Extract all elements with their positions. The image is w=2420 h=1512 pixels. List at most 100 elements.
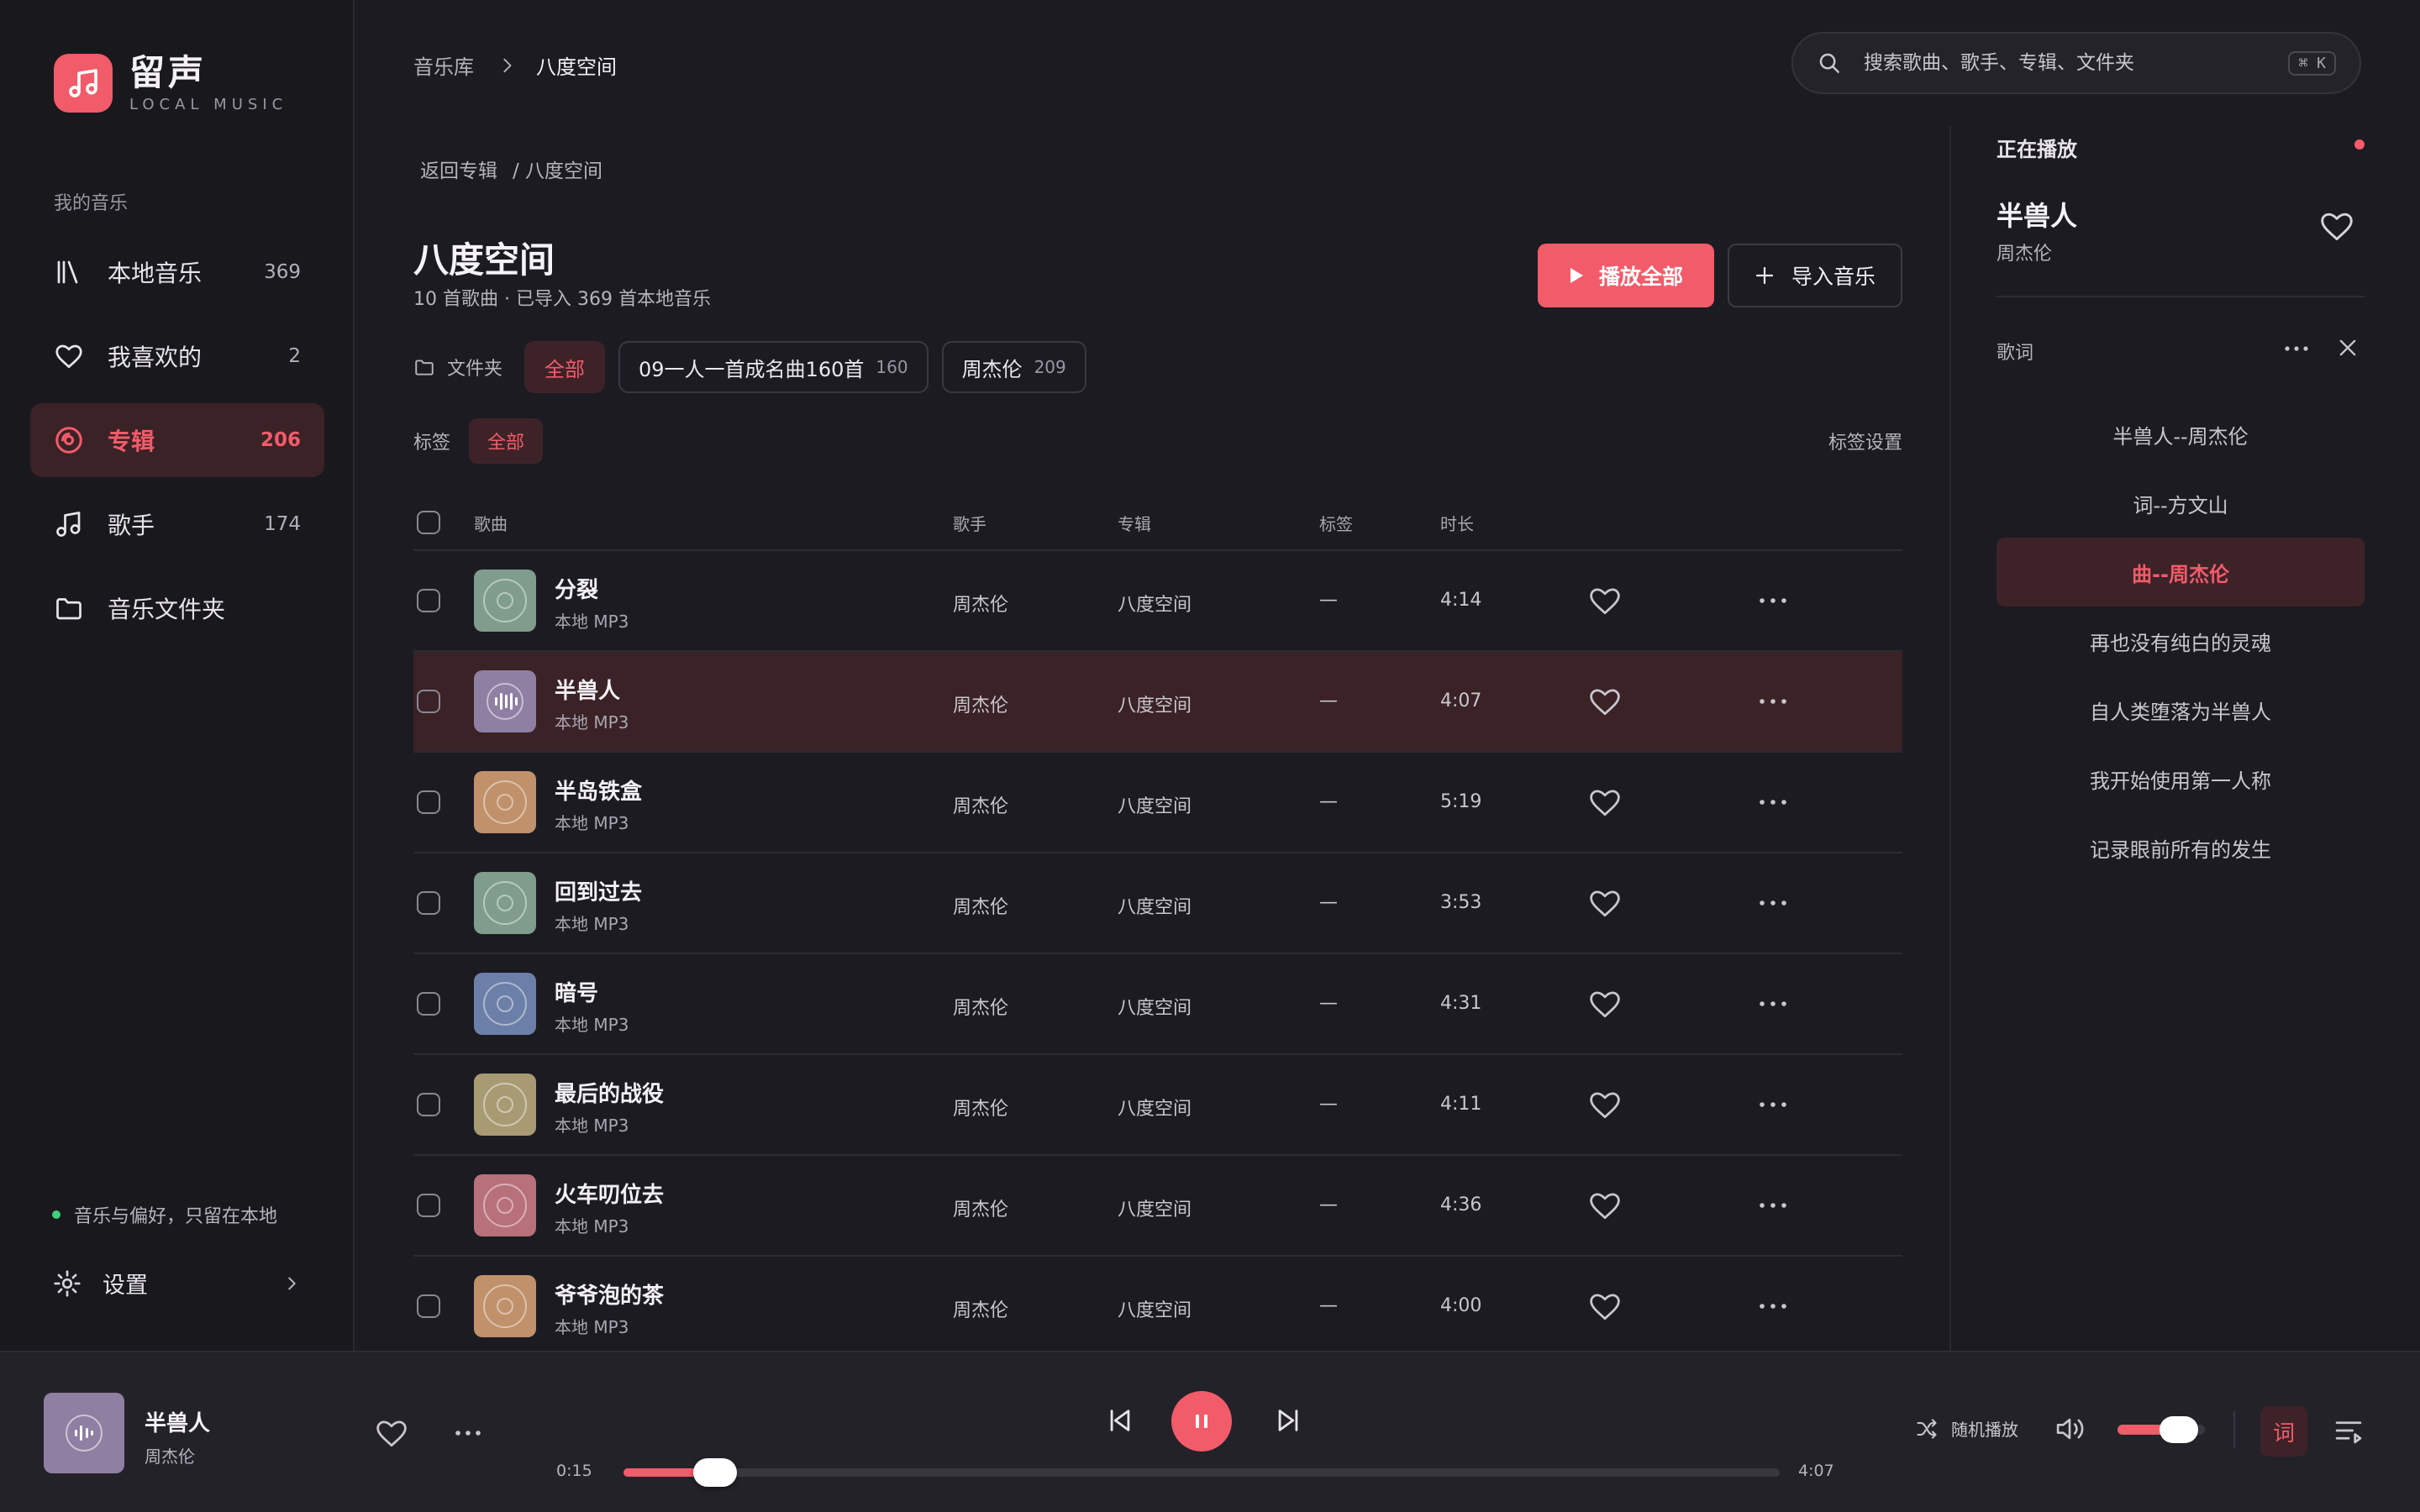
- more-icon[interactable]: [1758, 596, 1788, 606]
- song-artist[interactable]: 周杰伦: [953, 1094, 1008, 1121]
- more-icon[interactable]: [1758, 898, 1788, 908]
- more-icon[interactable]: [1758, 696, 1788, 706]
- song-artist[interactable]: 周杰伦: [953, 993, 1008, 1020]
- heart-icon[interactable]: [1588, 1291, 1622, 1321]
- pause-button[interactable]: [1171, 1391, 1232, 1452]
- volume-icon[interactable]: [2054, 1415, 2086, 1443]
- sidebar-item-albums[interactable]: 专辑 206: [30, 403, 324, 477]
- heart-icon[interactable]: [1588, 989, 1622, 1019]
- tag-chip-all[interactable]: 全部: [469, 418, 544, 464]
- chip-label: 全部: [544, 357, 586, 381]
- heart-icon[interactable]: [1588, 1190, 1622, 1221]
- search-bar[interactable]: ⌘ K: [1791, 32, 2361, 94]
- lyrics-toggle-button[interactable]: 词: [2260, 1406, 2307, 1457]
- heart-icon[interactable]: [2319, 210, 2354, 242]
- table-row[interactable]: 火车叨位去 本地 MP3 周杰伦 八度空间 — 4:36: [413, 1156, 1902, 1257]
- sidebar-item-folders[interactable]: 音乐文件夹: [30, 571, 324, 645]
- progress-slider[interactable]: [623, 1458, 1780, 1487]
- row-checkbox[interactable]: [417, 589, 440, 612]
- song-artist[interactable]: 周杰伦: [953, 892, 1008, 919]
- sidebar-item-artists[interactable]: 歌手 174: [30, 487, 324, 561]
- more-icon[interactable]: [2284, 344, 2309, 353]
- player-artist[interactable]: 周杰伦: [145, 1443, 195, 1467]
- lyric-line[interactable]: 我开始使用第一人称: [1996, 744, 2365, 813]
- row-checkbox[interactable]: [417, 790, 440, 814]
- lyric-line[interactable]: 词--方文山: [1996, 469, 2365, 538]
- close-icon[interactable]: [2336, 336, 2360, 360]
- song-album[interactable]: 八度空间: [1118, 590, 1192, 617]
- more-icon[interactable]: [1758, 1100, 1788, 1110]
- song-album[interactable]: 八度空间: [1118, 892, 1192, 919]
- more-icon[interactable]: [1758, 797, 1788, 807]
- previous-track-icon[interactable]: [1106, 1406, 1134, 1435]
- heart-icon[interactable]: [375, 1418, 408, 1448]
- header-song[interactable]: 歌曲: [474, 511, 508, 535]
- song-album[interactable]: 八度空间: [1118, 1194, 1192, 1221]
- row-checkbox[interactable]: [417, 1093, 440, 1116]
- song-album[interactable]: 八度空间: [1118, 690, 1192, 717]
- heart-icon[interactable]: [1588, 787, 1622, 817]
- row-checkbox[interactable]: [417, 891, 440, 915]
- header-tag[interactable]: 标签: [1319, 511, 1353, 535]
- header-artist[interactable]: 歌手: [953, 511, 986, 535]
- more-icon[interactable]: [1758, 1301, 1788, 1311]
- progress-handle[interactable]: [693, 1458, 737, 1487]
- heart-icon[interactable]: [1588, 888, 1622, 918]
- lyric-line[interactable]: 再也没有纯白的灵魂: [1996, 606, 2365, 675]
- song-album[interactable]: 八度空间: [1118, 1094, 1192, 1121]
- more-icon[interactable]: [1758, 999, 1788, 1009]
- breadcrumb-root[interactable]: 音乐库: [413, 50, 474, 80]
- song-artist[interactable]: 周杰伦: [953, 690, 1008, 717]
- lyric-line[interactable]: 记录眼前所有的发生: [1996, 813, 2365, 882]
- shuffle-button[interactable]: 随机播放: [1914, 1416, 2018, 1441]
- song-artist[interactable]: 周杰伦: [953, 1295, 1008, 1322]
- row-checkbox[interactable]: [417, 690, 440, 713]
- folder-chip-all[interactable]: 全部: [524, 341, 606, 393]
- back-to-albums-link[interactable]: 返回专辑: [420, 155, 497, 183]
- playlist-queue-icon[interactable]: [2333, 1416, 2365, 1445]
- sidebar-item-local-music[interactable]: 本地音乐 369: [30, 235, 324, 309]
- folder-chip[interactable]: 09一人一首成名曲160首 160: [618, 341, 929, 393]
- search-input[interactable]: [1864, 52, 2289, 74]
- import-label: 导入音乐: [1791, 265, 1876, 289]
- table-row[interactable]: 回到过去 本地 MP3 周杰伦 八度空间 — 3:53: [413, 853, 1902, 954]
- song-artist[interactable]: 周杰伦: [953, 590, 1008, 617]
- row-checkbox[interactable]: [417, 1294, 440, 1318]
- song-album[interactable]: 八度空间: [1118, 791, 1192, 818]
- row-checkbox[interactable]: [417, 992, 440, 1016]
- now-playing-artist[interactable]: 周杰伦: [1996, 239, 2052, 265]
- table-row[interactable]: 分裂 本地 MP3 周杰伦 八度空间 — 4:14: [413, 551, 1902, 652]
- lyric-line[interactable]: 自人类堕落为半兽人: [1996, 675, 2365, 744]
- import-music-button[interactable]: 导入音乐: [1728, 244, 1902, 307]
- heart-icon[interactable]: [1588, 585, 1622, 616]
- header-duration[interactable]: 时长: [1440, 511, 1474, 535]
- song-artist[interactable]: 周杰伦: [953, 1194, 1008, 1221]
- volume-slider[interactable]: [2118, 1416, 2205, 1443]
- player-cover[interactable]: [44, 1393, 124, 1473]
- table-row[interactable]: 爷爷泡的茶 本地 MP3 周杰伦 八度空间 — 4:00: [413, 1257, 1902, 1357]
- song-album[interactable]: 八度空间: [1118, 1295, 1192, 1322]
- app-logo[interactable]: 留声 LOCAL MUSIC: [54, 52, 287, 113]
- folder-chip[interactable]: 周杰伦 209: [941, 341, 1086, 393]
- row-checkbox[interactable]: [417, 1194, 440, 1217]
- table-row[interactable]: 最后的战役 本地 MP3 周杰伦 八度空间 — 4:11: [413, 1055, 1902, 1156]
- table-row[interactable]: 半兽人 本地 MP3 周杰伦 八度空间 — 4:07: [413, 652, 1902, 753]
- select-all-checkbox[interactable]: [417, 511, 440, 534]
- heart-icon[interactable]: [1588, 686, 1622, 717]
- lyric-line[interactable]: 半兽人--周杰伦: [1996, 400, 2365, 469]
- tag-settings-link[interactable]: 标签设置: [1828, 428, 1902, 454]
- next-track-icon[interactable]: [1274, 1406, 1302, 1435]
- play-all-button[interactable]: 播放全部: [1538, 244, 1714, 307]
- song-album[interactable]: 八度空间: [1118, 993, 1192, 1020]
- table-row[interactable]: 暗号 本地 MP3 周杰伦 八度空间 — 4:31: [413, 954, 1902, 1055]
- more-icon[interactable]: [1758, 1200, 1788, 1210]
- table-row[interactable]: 半岛铁盒 本地 MP3 周杰伦 八度空间 — 5:19: [413, 753, 1902, 853]
- sidebar-item-favorites[interactable]: 我喜欢的 2: [30, 319, 324, 393]
- more-icon[interactable]: [454, 1428, 482, 1438]
- settings-button[interactable]: 设置: [52, 1267, 301, 1299]
- song-artist[interactable]: 周杰伦: [953, 791, 1008, 818]
- heart-icon[interactable]: [1588, 1089, 1622, 1120]
- header-album[interactable]: 专辑: [1118, 511, 1151, 535]
- volume-handle[interactable]: [2160, 1416, 2198, 1443]
- lyric-line-current[interactable]: 曲--周杰伦: [1996, 538, 2365, 606]
